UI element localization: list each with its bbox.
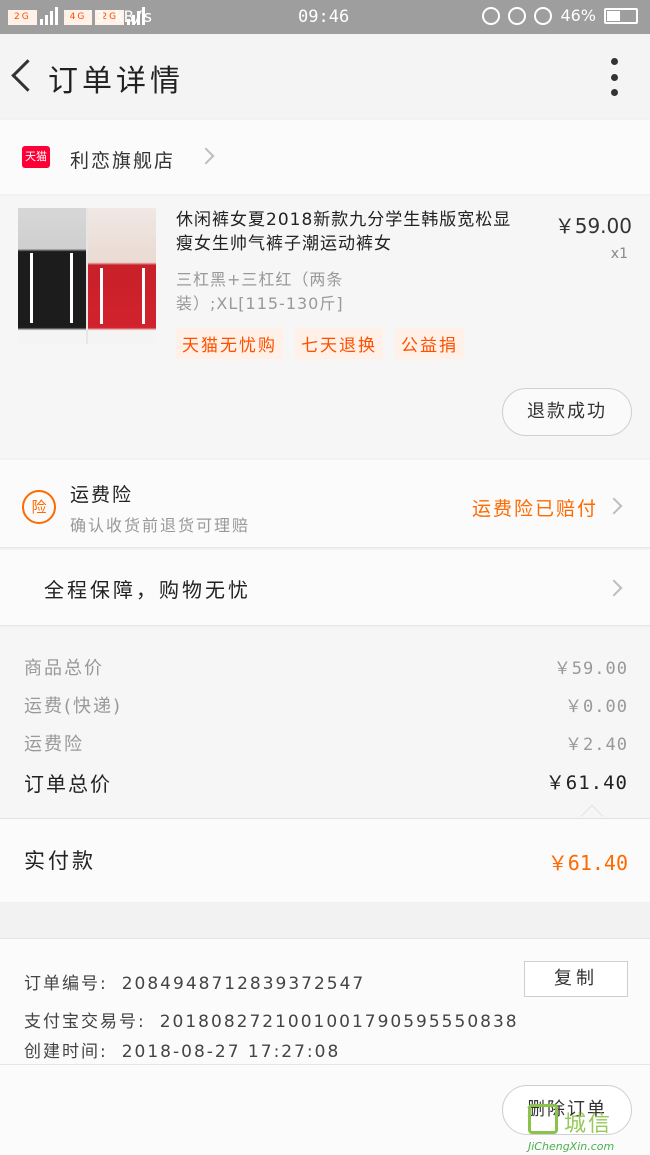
cost-row: 运费险 ￥2.40 [24, 730, 628, 756]
alipay-number-label: 支付宝交易号: [24, 1012, 146, 1032]
chevron-right-icon [197, 147, 215, 165]
alipay-number: 2018082721001001790595550838 [159, 1012, 519, 1032]
battery-percent: 46% [560, 6, 596, 25]
cost-summary: 商品总价 ￥59.00 运费(快递) ￥0.00 运费险 ￥2.40 订单总价 … [0, 628, 650, 818]
insurance-title: 运费险 [70, 484, 134, 506]
back-icon[interactable] [4, 52, 40, 100]
mute-icon [482, 6, 501, 25]
watermark: 城信 JiChengXin.com [528, 1104, 644, 1154]
product-quantity: x1 [610, 246, 628, 262]
product-sku: 三杠黑+三杠红（两条装）;XL[115-130斤] [176, 270, 344, 313]
order-info: 订单编号: 2084948712839372547 支付宝交易号: 20180827… [0, 938, 650, 1064]
order-total-label: 订单总价 [24, 772, 112, 796]
service-tag: 七天退换 [295, 328, 383, 359]
alarm-icon [534, 6, 553, 25]
cost-label: 商品总价 [24, 658, 104, 679]
watermark-url: JiChengXin.com [528, 1140, 615, 1153]
more-options-icon[interactable] [608, 58, 620, 96]
title-bar: 订单详情 [0, 34, 650, 118]
chevron-right-icon [605, 579, 623, 597]
product-item[interactable]: 休闲裤女夏2018新款九分学生韩版宽松显瘦女生帅气裤子潮运动裤女 ￥59.00 … [0, 196, 650, 458]
page-title: 订单详情 [48, 64, 184, 99]
cost-value: ￥59.00 [553, 659, 628, 679]
chevron-right-icon [605, 497, 623, 515]
copy-button[interactable]: 复制 [524, 961, 628, 997]
status-bar: 2G 4G 2G 3 kB/s 09:46 46% [0, 0, 650, 34]
store-row[interactable]: 天猫 利恋旗舰店 [0, 120, 650, 194]
watermark-logo-icon [528, 1104, 558, 1134]
order-total-value: ￥61.40 [545, 772, 628, 794]
battery-fill [607, 10, 620, 21]
battery-icon [604, 7, 638, 24]
refund-status-button[interactable]: 退款成功 [502, 388, 632, 436]
service-tag: 公益捐 [395, 328, 464, 359]
rotation-lock-icon [508, 6, 527, 25]
insurance-icon: 险 [22, 490, 56, 524]
order-number-label: 订单编号: [24, 974, 108, 994]
watermark-text: 城信 [564, 1112, 613, 1137]
store-name: 利恋旗舰店 [70, 150, 176, 172]
service-tags: 天猫无忧购 七天退换 公益捐 [176, 328, 464, 359]
order-total-row: 订单总价 ￥61.40 [24, 768, 628, 797]
guarantee-label: 全程保障，购物无忧 [44, 578, 251, 602]
insurance-subtitle: 确认收货前退货可理赔 [70, 516, 251, 535]
payment-label: 实付款 [24, 849, 96, 873]
network-label-1: 2G [8, 10, 37, 25]
tmall-icon: 天猫 [22, 146, 50, 168]
insurance-status: 运费险已赔付 [471, 498, 598, 520]
cost-label: 运费险 [24, 734, 84, 755]
order-number-row: 订单编号: 2084948712839372547 [24, 969, 365, 994]
created-time-row: 创建时间: 2018-08-27 17:27:08 [24, 1037, 340, 1062]
network-label-2: 4G [63, 10, 93, 25]
cost-row: 商品总价 ￥59.00 [24, 654, 628, 680]
created-time: 2018-08-27 17:27:08 [121, 1042, 341, 1062]
product-thumbnail[interactable] [18, 208, 156, 344]
product-title: 休闲裤女夏2018新款九分学生韩版宽松显瘦女生帅气裤子潮运动裤女 [176, 210, 512, 254]
service-tag: 天猫无忧购 [176, 328, 283, 359]
cost-label: 运费(快递) [24, 696, 123, 717]
cost-value: ￥2.40 [565, 735, 628, 755]
shipping-insurance-row[interactable]: 险 运费险 确认收货前退货可理赔 运费险已赔付 [0, 460, 650, 548]
guarantee-row[interactable]: 全程保障，购物无忧 [0, 550, 650, 626]
payment-value: ￥61.40 [547, 851, 628, 875]
clock: 09:46 [298, 7, 350, 27]
cost-value: ￥0.00 [565, 697, 628, 717]
created-time-label: 创建时间: [24, 1042, 108, 1062]
network-speed: 3 kB/s [95, 7, 153, 26]
cost-row: 运费(快递) ￥0.00 [24, 692, 628, 718]
product-price: ￥59.00 [554, 214, 632, 238]
alipay-number-row: 支付宝交易号: 2018082721001001790595550838 [24, 1007, 519, 1032]
order-number: 2084948712839372547 [121, 974, 366, 994]
payment-row: 实付款 ￥61.40 [0, 818, 650, 902]
